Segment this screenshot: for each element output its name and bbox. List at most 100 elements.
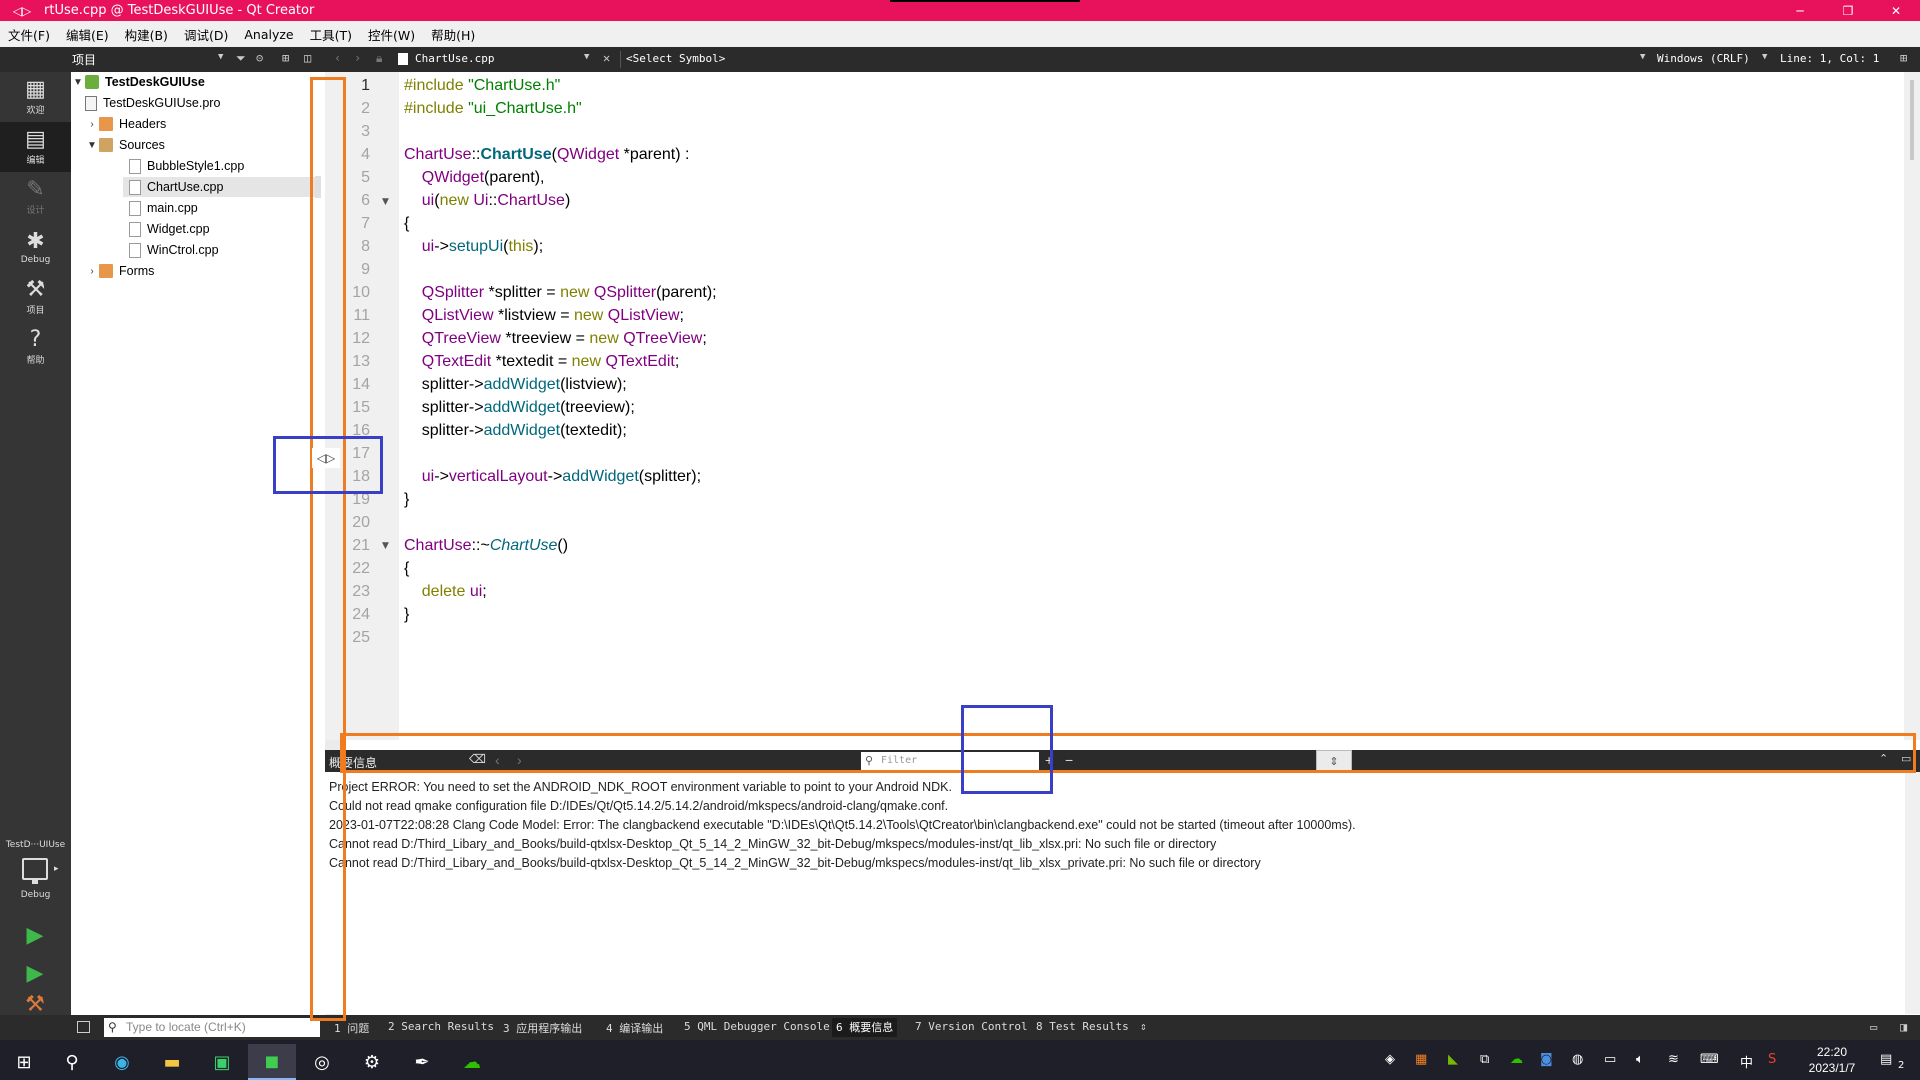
wechat-icon[interactable]: ☁ xyxy=(448,1044,496,1080)
tree-file-item[interactable]: BubbleStyle1.cpp xyxy=(129,156,244,176)
fold-arrow-icon[interactable]: ▼ xyxy=(382,541,389,551)
edge-browser-icon[interactable]: ◉ xyxy=(98,1044,146,1080)
ime-indicator[interactable]: 中 xyxy=(1740,1052,1753,1071)
progress-details-icon[interactable]: ▭ xyxy=(1870,1020,1877,1034)
wifi-icon[interactable]: ≋ xyxy=(1668,1052,1679,1067)
tab-issues[interactable]: 1 问题 xyxy=(334,1020,369,1036)
tree-file-item[interactable]: main.cpp xyxy=(129,198,198,218)
menu-debug[interactable]: 调试(D) xyxy=(184,25,228,44)
monitor-icon[interactable] xyxy=(22,858,48,884)
scrollbar-thumb[interactable] xyxy=(1910,80,1914,160)
wechat-tray-icon[interactable]: ☁ xyxy=(1510,1052,1523,1067)
run-button[interactable]: ▶ xyxy=(22,922,48,948)
mode-help[interactable]: ? 帮助 xyxy=(0,322,71,372)
maximize-button[interactable]: ❐ xyxy=(1824,0,1872,21)
browser-icon[interactable]: ◎ xyxy=(298,1044,346,1080)
tray-app-icon[interactable]: ◙ xyxy=(1540,1052,1553,1067)
file-explorer-icon[interactable]: ▬ xyxy=(148,1044,196,1080)
project-view-combo[interactable]: 项目 xyxy=(72,51,96,68)
chevron-down-icon[interactable]: ▼ xyxy=(1762,52,1767,62)
fold-arrow-icon[interactable]: ▼ xyxy=(382,197,389,207)
chevron-down-icon[interactable]: ▼ xyxy=(218,52,223,62)
tab-general-messages[interactable]: 6 概要信息 xyxy=(832,1018,898,1037)
symbol-combo[interactable]: <Select Symbol> xyxy=(626,52,725,65)
taskbar-clock[interactable]: 22:20 2023/1/7 xyxy=(1800,1044,1864,1076)
notification-center-icon[interactable]: ▤ xyxy=(1880,1052,1892,1067)
output-text[interactable]: Project ERROR: You need to set the ANDRO… xyxy=(325,772,1905,1014)
toggle-right-sidebar-icon[interactable]: ◨ xyxy=(1900,1020,1907,1034)
more-tabs-icon[interactable]: ⇕ xyxy=(1140,1020,1147,1033)
minimize-button[interactable]: ─ xyxy=(1776,0,1824,21)
tray-app-icon[interactable]: ◈ xyxy=(1385,1052,1395,1067)
open-documents-combo[interactable]: ChartUse.cpp xyxy=(398,52,494,65)
mode-welcome[interactable]: ▦ 欢迎 xyxy=(0,72,71,122)
toggle-sidebar-icon[interactable] xyxy=(77,1021,90,1033)
tree-file-item[interactable]: WinCtrol.cpp xyxy=(129,240,219,260)
feather-app-icon[interactable]: ✒ xyxy=(398,1044,446,1080)
menu-tools[interactable]: 工具(T) xyxy=(310,25,352,44)
tree-file-item-selected[interactable]: ChartUse.cpp xyxy=(123,177,319,197)
editor-scrollbar[interactable] xyxy=(1904,72,1920,740)
windows-start-icon[interactable]: ⊞ xyxy=(0,1044,48,1080)
tab-compile-output[interactable]: 4 编译输出 xyxy=(606,1020,663,1036)
chevron-right-icon[interactable]: › xyxy=(85,266,99,277)
tree-sources-node[interactable]: ▼ Sources xyxy=(85,135,165,155)
output-scrollbar[interactable] xyxy=(1905,772,1920,1014)
tab-version-control[interactable]: 7 Version Control xyxy=(915,1020,1028,1033)
close-document-icon[interactable]: ✕ xyxy=(603,51,610,65)
filter-icon[interactable]: ⏷ xyxy=(236,51,246,66)
mode-design[interactable]: ✎ 设计 xyxy=(0,172,71,222)
forward-arrow-icon[interactable]: › xyxy=(354,51,361,65)
tray-app-icon[interactable]: ▦ xyxy=(1415,1052,1427,1067)
menu-build[interactable]: 构建(B) xyxy=(125,25,168,44)
tab-test-results[interactable]: 8 Test Results xyxy=(1036,1020,1129,1033)
nvidia-icon[interactable]: ◣ xyxy=(1448,1052,1458,1067)
menu-file[interactable]: 文件(F) xyxy=(8,25,50,44)
qt-creator-taskbar-icon[interactable]: ◼ xyxy=(248,1044,296,1080)
chevron-down-icon[interactable]: ▼ xyxy=(584,52,589,62)
line-col-indicator[interactable]: Line: 1, Col: 1 xyxy=(1780,52,1879,65)
chevron-right-icon[interactable]: › xyxy=(85,119,99,130)
tree-headers-node[interactable]: › Headers xyxy=(85,114,166,134)
tray-app-icon[interactable]: ◍ xyxy=(1572,1052,1583,1067)
split-editor-icon[interactable]: ⊞ xyxy=(1900,51,1907,65)
menu-edit[interactable]: 编辑(E) xyxy=(66,25,109,44)
mode-projects[interactable]: ⚒ 项目 xyxy=(0,272,71,322)
chevron-down-icon[interactable]: ▼ xyxy=(71,77,85,88)
volume-icon[interactable]: 🔈︎ xyxy=(1636,1052,1644,1067)
tab-search-results[interactable]: 2 Search Results xyxy=(388,1020,494,1033)
split-icon[interactable]: ⊞ xyxy=(282,51,289,65)
tab-application-output[interactable]: 3 应用程序输出 xyxy=(503,1020,582,1036)
close-button[interactable]: ✕ xyxy=(1872,0,1920,21)
chevron-down-icon[interactable]: ▼ xyxy=(1640,52,1645,62)
mode-edit[interactable]: ▤ 编辑 xyxy=(0,122,71,172)
sogou-ime-icon[interactable]: S xyxy=(1768,1052,1776,1067)
back-arrow-icon[interactable]: ‹ xyxy=(334,51,341,65)
tree-project-node[interactable]: ▼ TestDeskGUIUse xyxy=(71,72,205,92)
menu-widgets[interactable]: 控件(W) xyxy=(368,25,415,44)
tree-pro-file[interactable]: TestDeskGUIUse.pro xyxy=(85,93,220,113)
menu-help[interactable]: 帮助(H) xyxy=(431,25,475,44)
chevron-right-icon[interactable]: ▸ xyxy=(54,864,59,874)
tree-node-label: Headers xyxy=(119,117,167,131)
tree-node-label: Sources xyxy=(119,138,165,152)
tree-file-item[interactable]: Widget.cpp xyxy=(129,219,210,239)
qt-creator-app-icon[interactable]: ◁▷ xyxy=(0,4,44,18)
close-sidebar-icon[interactable]: ◫ xyxy=(304,51,311,65)
keyboard-icon[interactable]: ⌨ xyxy=(1700,1052,1719,1067)
title-drag-region[interactable] xyxy=(890,0,1080,2)
locator-input[interactable]: ⚲ Type to locate (Ctrl+K) xyxy=(104,1018,320,1037)
menu-analyze[interactable]: Analyze xyxy=(244,27,293,42)
tab-qml-debugger-console[interactable]: 5 QML Debugger Console xyxy=(684,1020,830,1033)
chevron-down-icon[interactable]: ▼ xyxy=(85,140,99,151)
debug-run-button[interactable]: ▶ xyxy=(22,960,48,986)
search-icon[interactable]: ⚲ xyxy=(48,1044,96,1080)
android-studio-icon[interactable]: ▣ xyxy=(198,1044,246,1080)
tray-copy-icon[interactable]: ⧉ xyxy=(1480,1052,1489,1067)
battery-icon[interactable]: ▭ xyxy=(1604,1052,1616,1067)
mode-debug[interactable]: ✱ Debug xyxy=(0,222,71,272)
link-icon[interactable]: ⊝ xyxy=(256,51,263,65)
line-ending-combo[interactable]: Windows (CRLF) xyxy=(1657,52,1750,65)
tree-forms-node[interactable]: › Forms xyxy=(85,261,154,281)
settings-icon[interactable]: ⚙ xyxy=(348,1044,396,1080)
